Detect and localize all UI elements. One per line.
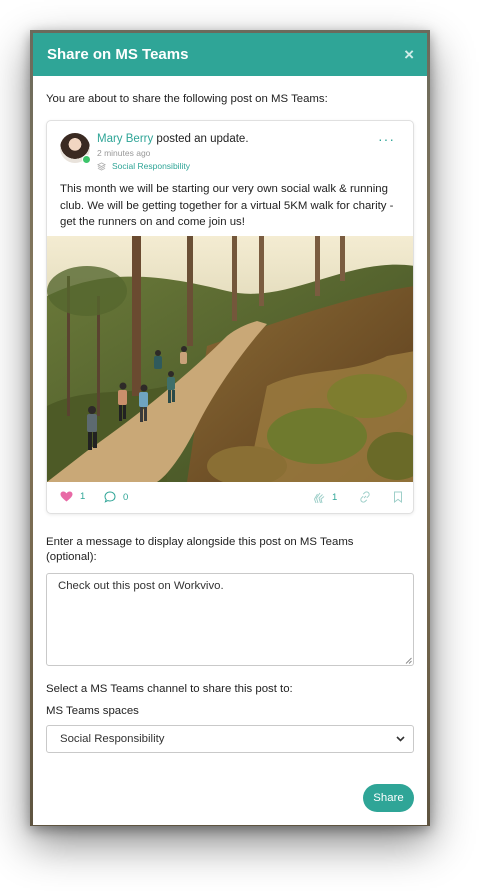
comment-button[interactable]: 0 (104, 491, 128, 503)
like-button[interactable]: 1 (60, 491, 85, 502)
post-action-text: posted an update. (153, 133, 249, 145)
bookmark-button[interactable] (393, 491, 403, 503)
space-link[interactable]: Social Responsibility (97, 161, 249, 171)
author-line: Mary Berry posted an update. (97, 133, 249, 145)
channel-label: Select a MS Teams channel to share this … (46, 683, 293, 695)
post-card: Mary Berry posted an update. 2 minutes a… (46, 120, 414, 514)
resize-grip-icon[interactable] (405, 657, 412, 664)
intro-text: You are about to share the following pos… (46, 93, 328, 105)
post-body: This month we will be starting our very … (60, 183, 394, 228)
post-timestamp: 2 minutes ago (97, 148, 151, 158)
share-button[interactable]: Share (363, 784, 414, 812)
channel-select[interactable]: Social Responsibility (46, 725, 414, 753)
clap-icon (313, 492, 325, 504)
more-icon[interactable]: ··· (378, 131, 395, 147)
claps-count: 1 (332, 492, 338, 503)
modal-header: Share on MS Teams × (33, 33, 427, 76)
post-image[interactable] (47, 236, 413, 482)
post-actions-bar: 1 0 1 (47, 482, 413, 513)
close-icon[interactable]: × (404, 46, 414, 63)
share-modal: Share on MS Teams × You are about to sha… (33, 33, 427, 825)
space-name: Social Responsibility (112, 161, 190, 171)
spaces-label: MS Teams spaces (46, 705, 139, 717)
heart-icon (60, 491, 73, 502)
comments-count: 0 (123, 491, 129, 503)
trail-running-photo (47, 236, 413, 482)
author-name-link[interactable]: Mary Berry (97, 133, 153, 145)
chevron-down-icon (396, 736, 405, 742)
link-icon (360, 491, 370, 503)
copy-link-button[interactable] (359, 491, 371, 503)
comment-icon (104, 491, 116, 503)
likes-count: 1 (80, 491, 86, 502)
clap-button[interactable]: 1 (313, 491, 337, 504)
online-status-dot (82, 155, 91, 164)
message-textarea[interactable]: Check out this post on Workvivo. (46, 573, 414, 666)
layers-icon (97, 161, 106, 171)
bookmark-icon (394, 491, 402, 503)
message-label: Enter a message to display alongside thi… (46, 536, 354, 563)
modal-title: Share on MS Teams (47, 46, 189, 63)
selected-space: Social Responsibility (60, 733, 165, 745)
post-meta: Mary Berry posted an update. 2 minutes a… (97, 133, 249, 171)
